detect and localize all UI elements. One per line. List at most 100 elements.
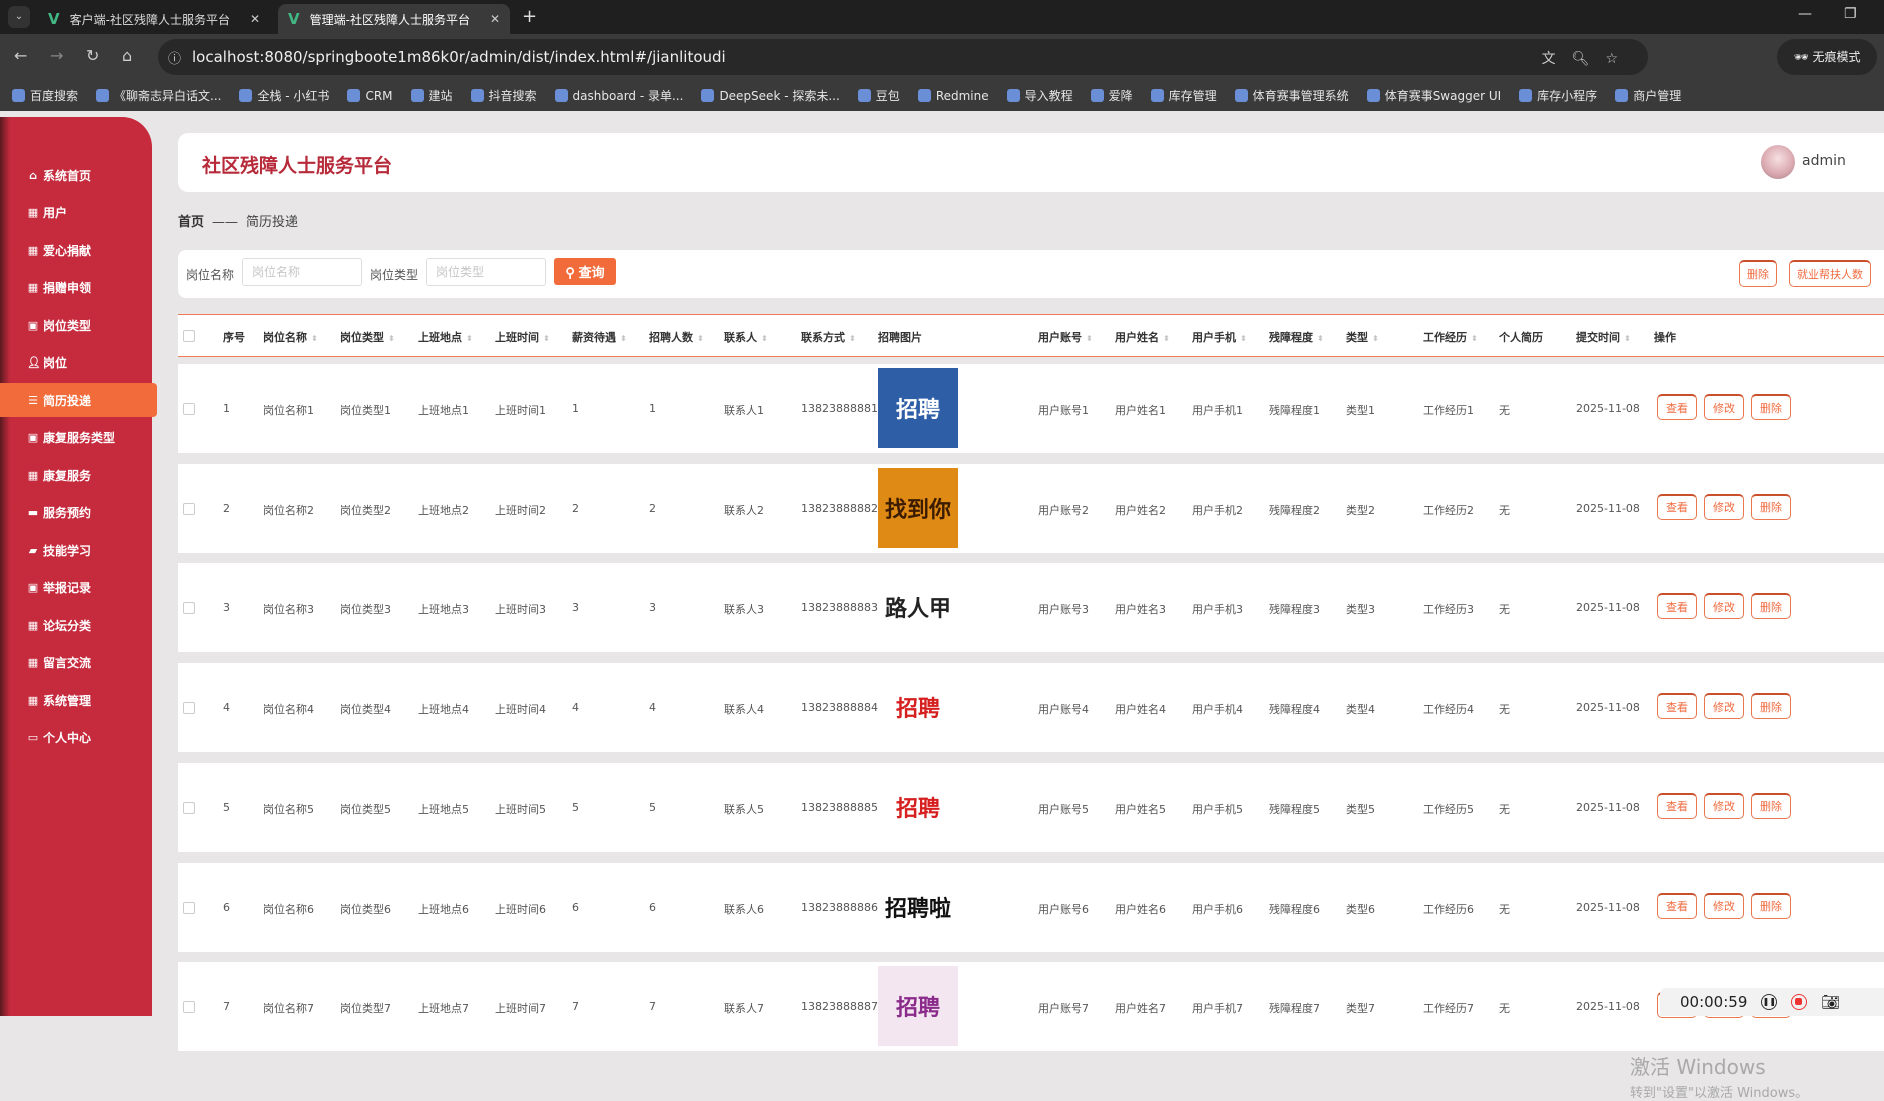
bookmark-item[interactable]: 豆包 (857, 87, 900, 104)
column-header[interactable]: 类型 ⬍ (1346, 329, 1379, 345)
close-tab-icon[interactable]: ✕ (250, 12, 260, 26)
row-checkbox[interactable] (183, 403, 195, 415)
column-header[interactable]: 用户姓名 ⬍ (1115, 329, 1170, 345)
job-name-input[interactable] (242, 258, 362, 286)
sidebar-item[interactable]: ▣ 岗位类型 (0, 308, 152, 342)
bookmark-item[interactable]: 百度搜索 (12, 87, 78, 104)
delete-button[interactable]: 删除 (1751, 394, 1791, 420)
bookmark-item[interactable]: 体育赛事管理系统 (1234, 87, 1349, 104)
site-info-icon[interactable]: ⓘ (168, 48, 181, 67)
sidebar-item[interactable]: ▬ 服务预约 (0, 496, 152, 530)
sort-icon[interactable]: ⬍ (1240, 334, 1247, 343)
bookmark-item[interactable]: 库存管理 (1150, 87, 1217, 104)
bookmark-item[interactable]: 建站 (410, 87, 453, 104)
delete-button[interactable]: 删除 (1751, 892, 1791, 919)
sort-icon[interactable]: ⬍ (543, 334, 550, 343)
column-header[interactable]: 工作经历 ⬍ (1423, 329, 1478, 345)
sidebar-item[interactable]: ▦ 系统管理 (0, 683, 152, 717)
column-header[interactable]: 薪资待遇 ⬍ (572, 329, 627, 345)
edit-button[interactable]: 修改 (1704, 493, 1744, 520)
select-all-checkbox[interactable] (183, 330, 195, 342)
query-button[interactable]: ⚲ 查询 (554, 258, 616, 285)
browser-tab-client[interactable]: V 客户端-社区残障人士服务平台 ✕ (38, 4, 270, 34)
edit-button[interactable]: 修改 (1704, 792, 1744, 819)
sidebar-item[interactable]: ▦ 用户 (0, 196, 152, 230)
edit-button[interactable]: 修改 (1704, 693, 1744, 720)
employment-stats-button[interactable]: 就业帮扶人数 (1789, 260, 1871, 287)
sidebar-item[interactable]: ▰ 技能学习 (0, 533, 152, 567)
reload-icon[interactable]: ↻ (86, 46, 99, 65)
sort-icon[interactable]: ⬍ (1163, 334, 1170, 343)
row-checkbox[interactable] (183, 502, 195, 515)
username[interactable]: admin (1802, 153, 1846, 169)
sidebar-item[interactable]: ▦ 论坛分类 (0, 608, 152, 642)
edit-button[interactable]: 修改 (1704, 593, 1744, 620)
restore-button[interactable]: ❐ (1844, 6, 1857, 22)
bookmark-item[interactable]: 库存小程序 (1519, 87, 1597, 104)
breadcrumb-home[interactable]: 首页 (178, 215, 204, 230)
sidebar-item[interactable]: 👤︎ 岗位 (0, 346, 152, 380)
sidebar-item[interactable]: ▣ 康复服务类型 (0, 421, 152, 455)
sort-icon[interactable]: ⬍ (311, 334, 318, 343)
column-header[interactable]: 招聘人数 ⬍ (649, 329, 704, 345)
delete-button[interactable]: 删除 (1751, 792, 1791, 819)
bookmark-item[interactable]: dashboard - 录单... (554, 87, 683, 104)
bookmark-item[interactable]: 抖音搜索 (470, 87, 537, 104)
sort-icon[interactable]: ⬍ (1086, 334, 1093, 343)
pause-icon[interactable]: ❚❚ (1761, 994, 1778, 1010)
bookmark-item[interactable]: 商户管理 (1615, 87, 1681, 104)
sidebar-item[interactable]: ☰ 简历投递 (0, 383, 157, 417)
bookmark-item[interactable]: 体育赛事Swagger UI (1366, 87, 1501, 104)
sidebar-item[interactable]: ▦ 康复服务 (0, 458, 152, 492)
url-bar[interactable]: ⓘ localhost:8080/springboote1m86k0r/admi… (158, 39, 1648, 75)
sidebar-item[interactable]: ▦ 捐赠申领 (0, 271, 152, 305)
close-tab-icon[interactable]: ✕ (490, 12, 500, 26)
view-button[interactable]: 查看 (1657, 394, 1697, 420)
row-checkbox[interactable] (183, 901, 195, 914)
back-icon[interactable]: ← (14, 46, 27, 65)
column-header[interactable]: 联系人 ⬍ (724, 329, 768, 345)
sort-icon[interactable]: ⬍ (388, 334, 395, 343)
delete-button[interactable]: 删除 (1751, 593, 1791, 620)
column-header[interactable]: 上班地点 ⬍ (418, 329, 473, 345)
star-icon[interactable]: ☆ (1605, 51, 1634, 67)
view-button[interactable]: 查看 (1657, 892, 1697, 919)
bookmark-item[interactable]: CRM (347, 89, 393, 103)
sidebar-item[interactable]: ▭ 个人中心 (0, 721, 152, 755)
tab-search-dropdown[interactable]: ⌄ (8, 6, 30, 28)
sidebar-item[interactable]: ⌂ 系统首页 (0, 158, 152, 192)
row-checkbox[interactable] (183, 801, 195, 814)
sort-icon[interactable]: ⬍ (1372, 334, 1379, 343)
row-checkbox[interactable] (183, 1001, 195, 1014)
stop-record-icon[interactable] (1791, 994, 1808, 1010)
delete-button[interactable]: 删除 (1751, 493, 1791, 520)
sidebar-item[interactable]: ▦ 爱心捐献 (0, 233, 152, 267)
job-type-input[interactable] (426, 258, 546, 286)
row-checkbox[interactable] (183, 702, 195, 715)
new-tab-button[interactable]: + (522, 6, 537, 27)
sort-icon[interactable]: ⬍ (761, 334, 768, 343)
avatar[interactable] (1761, 145, 1795, 179)
view-button[interactable]: 查看 (1657, 792, 1697, 819)
column-header[interactable]: 岗位名称 ⬍ (263, 329, 318, 345)
minimize-button[interactable]: — (1798, 6, 1812, 22)
view-button[interactable]: 查看 (1657, 593, 1697, 620)
view-button[interactable]: 查看 (1657, 693, 1697, 720)
delete-button[interactable]: 删除 (1751, 693, 1791, 720)
bookmark-item[interactable]: 《聊斋志异白话文... (96, 87, 221, 104)
view-button[interactable]: 查看 (1657, 493, 1697, 520)
sort-icon[interactable]: ⬍ (1471, 334, 1478, 343)
column-header[interactable]: 提交时间 ⬍ (1576, 329, 1631, 345)
column-header[interactable]: 用户手机 ⬍ (1192, 329, 1247, 345)
bookmark-item[interactable]: DeepSeek - 探索未... (701, 87, 840, 104)
forward-icon[interactable]: → (50, 46, 63, 65)
sort-icon[interactable]: ⬍ (1317, 334, 1324, 343)
sort-icon[interactable]: ⬍ (697, 334, 704, 343)
sidebar-item[interactable]: ▦ 留言交流 (0, 646, 152, 680)
column-header[interactable]: 用户账号 ⬍ (1038, 329, 1093, 345)
column-header[interactable]: 上班时间 ⬍ (495, 329, 550, 345)
row-checkbox[interactable] (183, 602, 195, 615)
batch-delete-button[interactable]: 删除 (1739, 260, 1777, 287)
zoom-icon[interactable]: 🔍︎ (1572, 51, 1606, 67)
bookmark-item[interactable]: 爱降 (1090, 87, 1133, 104)
